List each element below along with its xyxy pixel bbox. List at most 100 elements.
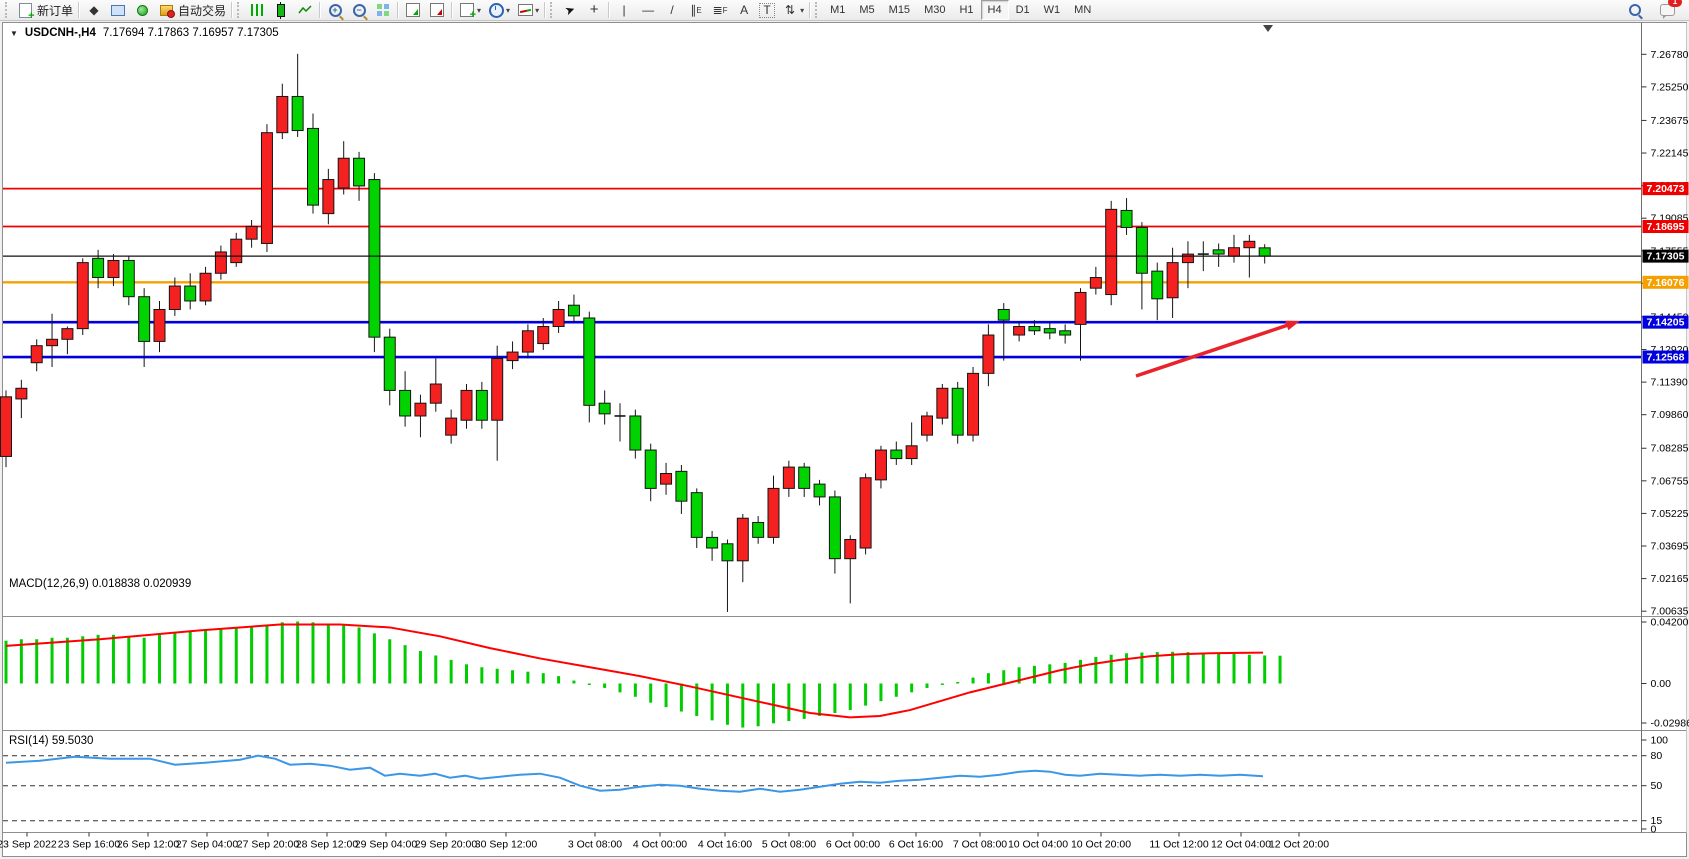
svg-text:30 Sep 12:00: 30 Sep 12:00 [475,839,538,851]
toolbar: 新订单 ◆ 自动交易 + − + ▾ [0,0,1689,21]
rsi-indicator-label: RSI(14) 59.5030 [9,735,93,747]
svg-text:7.14205: 7.14205 [1647,317,1685,329]
separator [319,2,320,18]
timeframe-m5[interactable]: M5 [852,0,881,20]
timeframe-h1[interactable]: H1 [952,0,980,20]
separator [544,2,545,18]
dropdown-caret-icon: ▾ [506,6,510,15]
svg-text:7.06755: 7.06755 [1651,475,1689,487]
svg-text:7.05225: 7.05225 [1651,508,1689,520]
notifications-button[interactable]: 1 [1655,1,1679,19]
channel-tool[interactable]: ∥E [684,1,708,19]
svg-text:7.22145: 7.22145 [1651,148,1689,160]
text-icon: A [735,1,753,19]
dropdown-caret-icon: ▾ [800,6,804,15]
svg-text:0: 0 [1651,824,1657,836]
timeframe-w1[interactable]: W1 [1037,0,1068,20]
trendline-tool[interactable]: / [660,1,684,19]
svg-text:50: 50 [1651,780,1663,792]
trendline-icon: / [663,1,681,19]
svg-text:7.26780: 7.26780 [1651,49,1689,61]
data-feed-button[interactable] [130,1,154,19]
auto-scroll-icon [404,1,422,19]
svg-text:10 Oct 20:00: 10 Oct 20:00 [1071,839,1131,851]
svg-text:3 Oct 08:00: 3 Oct 08:00 [568,839,622,851]
chart-window [3,23,1687,857]
fibonacci-tool[interactable]: ≣F [708,1,732,19]
text-label-icon: T [759,3,775,18]
price-axis-strip[interactable] [1642,23,1687,833]
chart-shift-icon [428,1,446,19]
tile-windows-button[interactable] [371,1,395,19]
svg-text:7.11390: 7.11390 [1651,377,1688,389]
indicators-button[interactable]: ▾ [513,1,542,19]
candlestick-chart-button[interactable] [269,1,293,19]
profiles-button[interactable] [106,1,130,19]
new-order-button[interactable]: 新订单 [13,1,76,19]
cursor-icon: ➤ [559,0,582,22]
arrows-icon: ⇅ [781,1,799,19]
separator [608,2,609,18]
signal-icon [133,1,151,19]
chart-menu-arrow-icon[interactable]: ▼ [10,29,18,38]
svg-text:6 Oct 16:00: 6 Oct 16:00 [889,839,943,851]
toolbar-grip [815,2,821,18]
auto-trading-button[interactable]: 自动交易 [154,1,229,19]
line-chart-button[interactable] [293,1,317,19]
zoom-in-icon: + [326,1,344,19]
zoom-in-button[interactable]: + [323,1,347,19]
zoom-out-icon: − [350,1,368,19]
svg-text:28 Sep 12:00: 28 Sep 12:00 [296,839,359,851]
search-button[interactable] [1623,1,1647,19]
new-chart-icon: + [458,1,476,19]
svg-text:7.23675: 7.23675 [1651,115,1689,127]
chart-ohlc-values: 7.17694 7.17863 7.16957 7.17305 [103,27,279,39]
timeframe-h4[interactable]: H4 [981,0,1009,20]
arrows-tool[interactable]: ⇅ ▾ [778,1,807,19]
svg-text:10 Oct 04:00: 10 Oct 04:00 [1008,839,1068,851]
clock-icon [487,1,505,19]
svg-text:27 Sep 04:00: 27 Sep 04:00 [176,839,239,851]
vertical-line-tool[interactable]: | [612,1,636,19]
toolbar-grip [550,2,556,18]
text-label-tool[interactable]: T [756,1,778,19]
chart-shift-button[interactable] [425,1,449,19]
timeframe-m15[interactable]: M15 [882,0,917,20]
svg-text:7.20473: 7.20473 [1647,183,1685,195]
auto-scroll-button[interactable] [401,1,425,19]
chart-symbol-period: USDCNH-,H4 [25,27,96,39]
vertical-line-icon: | [615,1,633,19]
separator [451,2,452,18]
market-watch-button[interactable]: ◆ [82,1,106,19]
timeframe-d1[interactable]: D1 [1009,0,1037,20]
text-tool[interactable]: A [732,1,756,19]
timeframe-m30[interactable]: M30 [917,0,952,20]
separator [809,2,810,18]
dropdown-caret-icon: ▾ [535,6,539,15]
monitor-icon [109,1,127,19]
separator [78,2,79,18]
indicator-template-icon [516,1,534,19]
svg-text:29 Sep 20:00: 29 Sep 20:00 [415,839,478,851]
svg-text:7.12568: 7.12568 [1647,352,1685,364]
svg-text:0.00: 0.00 [1651,678,1672,690]
search-icon [1626,1,1644,19]
timeframe-m1[interactable]: M1 [823,0,852,20]
bar-chart-button[interactable] [245,1,269,19]
svg-text:12 Oct 04:00: 12 Oct 04:00 [1211,839,1271,851]
fibonacci-icon: ≣F [711,1,729,19]
horizontal-line-tool[interactable]: — [636,1,660,19]
chart-title: ▼ USDCNH-,H4 7.17694 7.17863 7.16957 7.1… [10,27,279,39]
chart-canvas[interactable]: 7.267807.252507.236757.221457.206157.190… [0,0,1689,859]
period-button[interactable]: ▾ [484,1,513,19]
new-chart-button[interactable]: + ▾ [455,1,484,19]
new-order-label: 新订单 [37,2,73,19]
timeframe-mn[interactable]: MN [1067,0,1098,20]
separator [397,2,398,18]
macd-indicator-label: MACD(12,26,9) 0.018838 0.020939 [9,578,191,590]
crosshair-tool-button[interactable]: + [582,1,606,19]
auto-trading-label: 自动交易 [178,2,226,19]
cursor-tool-button[interactable]: ➤ [558,1,582,19]
zoom-out-button[interactable]: − [347,1,371,19]
svg-text:23 Sep 16:00: 23 Sep 16:00 [58,839,121,851]
